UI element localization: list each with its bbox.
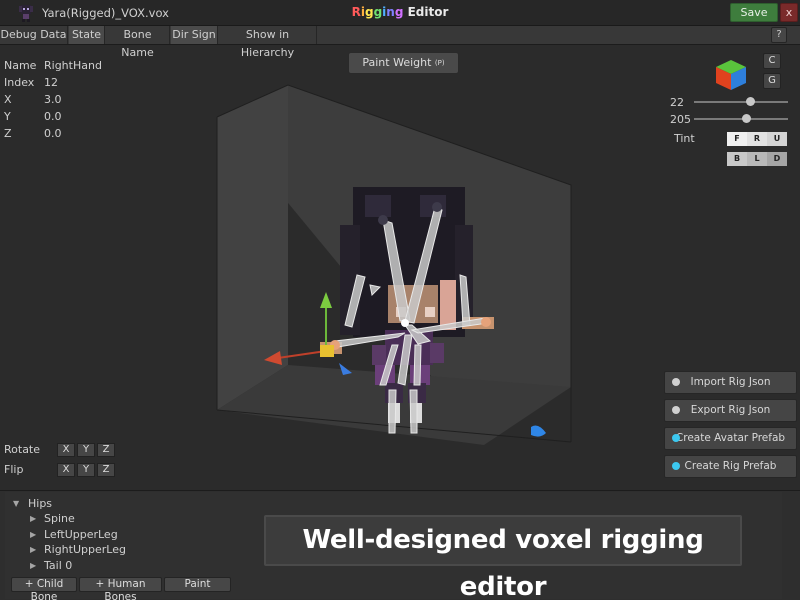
tree-item-spine[interactable]: Spine [44, 512, 75, 525]
title-letter: n [386, 5, 395, 19]
flip-z-button[interactable]: Z [97, 463, 115, 477]
flip-x-button[interactable]: X [57, 463, 75, 477]
info-key: Name [4, 59, 37, 72]
status-dot-icon [672, 378, 680, 386]
tint-up-button[interactable]: U [767, 132, 787, 146]
paint-weight-shortcut: (P) [434, 59, 445, 67]
info-value: 3.0 [44, 93, 62, 106]
title-letter: g [364, 5, 374, 19]
help-button[interactable]: ? [771, 27, 787, 43]
slider-2-track[interactable] [694, 114, 788, 123]
title-letter: R [351, 5, 361, 19]
info-key: X [4, 93, 12, 106]
window-title: Rigging Editor [0, 5, 800, 19]
scene-viewport[interactable] [0, 45, 800, 490]
close-button[interactable]: x [780, 3, 798, 22]
rotate-z-button[interactable]: Z [97, 443, 115, 457]
tab-state[interactable]: State [69, 26, 105, 44]
info-value: 0.0 [44, 127, 62, 140]
slider-2-thumb[interactable] [741, 114, 751, 123]
create-avatar-prefab-button[interactable]: Create Avatar Prefab [664, 427, 797, 450]
action-label: Import Rig Json [690, 376, 771, 388]
tree-item-hips[interactable]: Hips [28, 497, 52, 510]
export-rig-json-button[interactable]: Export Rig Json [664, 399, 797, 422]
tint-back-button[interactable]: B [727, 152, 747, 166]
paint-weight-label: Paint Weight [362, 56, 432, 69]
info-key: Z [4, 127, 12, 140]
expand-down-icon[interactable]: ▼ [13, 499, 19, 508]
import-rig-json-button[interactable]: Import Rig Json [664, 371, 797, 394]
save-button[interactable]: Save [730, 3, 778, 22]
action-label: Create Rig Prefab [684, 460, 777, 472]
slider-1-track[interactable] [694, 97, 788, 106]
expand-right-icon[interactable]: ▶ [30, 561, 36, 570]
tree-item-left-upper-leg[interactable]: LeftUpperLeg [44, 528, 118, 541]
tint-down-button[interactable]: D [767, 152, 787, 166]
info-key: Y [4, 110, 11, 123]
title-rigging-word: Rigging [352, 5, 404, 19]
rotate-x-button[interactable]: X [57, 443, 75, 457]
info-value: 0.0 [44, 110, 62, 123]
status-dot-icon [672, 434, 680, 442]
expand-right-icon[interactable]: ▶ [30, 545, 36, 554]
title-bar: Yara(Rigged)_VOX.vox Rigging Editor Save… [0, 0, 800, 26]
status-dot-icon [672, 406, 680, 414]
tree-item-tail-0[interactable]: Tail 0 [44, 559, 72, 572]
info-value: RightHand [44, 59, 102, 72]
tree-item-right-upper-leg[interactable]: RightUpperLeg [44, 543, 126, 556]
flip-y-button[interactable]: Y [77, 463, 95, 477]
tint-right-button[interactable]: R [747, 132, 767, 146]
slider-2-value: 205 [670, 113, 691, 126]
expand-right-icon[interactable]: ▶ [30, 514, 36, 523]
add-child-bone-button[interactable]: + Child Bone [11, 577, 77, 600]
info-key: Index [4, 76, 35, 89]
tint-label: Tint [674, 132, 695, 145]
flip-label: Flip [4, 463, 24, 476]
title-letter: g [373, 5, 383, 19]
paint-weight-button[interactable]: Paint Weight (P) [348, 52, 459, 74]
add-human-bones-button[interactable]: + Human Bones [79, 577, 162, 600]
toolbar-tabs: Debug Data State Bone Name Dir Sign Show… [0, 26, 800, 59]
action-label: Export Rig Json [690, 404, 771, 416]
tint-front-button[interactable]: F [727, 132, 747, 146]
tab-dir-sign[interactable]: Dir Sign [171, 26, 218, 44]
promo-caption: Well-designed voxel rigging editor [264, 515, 742, 600]
expand-right-icon[interactable]: ▶ [30, 530, 36, 539]
action-label: Create Avatar Prefab [675, 432, 786, 444]
light-gizmo[interactable] [531, 425, 546, 437]
status-dot-icon [672, 462, 680, 470]
rotate-label: Rotate [4, 443, 41, 456]
slider-1-value: 22 [670, 96, 684, 109]
tint-left-button[interactable]: L [747, 152, 767, 166]
view-g-button[interactable]: G [763, 73, 781, 89]
info-value: 12 [44, 76, 58, 89]
view-cube-icon[interactable] [714, 58, 748, 92]
tab-debug-data[interactable]: Debug Data [0, 26, 68, 44]
paint-button[interactable]: Paint [164, 577, 231, 592]
tab-bone-name[interactable]: Bone Name [106, 26, 170, 59]
tab-show-in-hierarchy[interactable]: Show in Hierarchy [219, 26, 317, 59]
create-rig-prefab-button[interactable]: Create Rig Prefab [664, 455, 797, 478]
rotate-y-button[interactable]: Y [77, 443, 95, 457]
title-rest: Editor [403, 5, 449, 19]
view-c-button[interactable]: C [763, 53, 781, 69]
